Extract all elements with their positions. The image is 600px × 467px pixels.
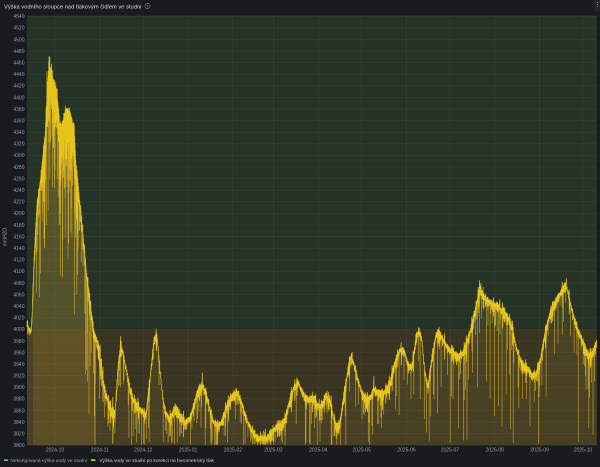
svg-text:4000: 4000 [13,327,24,333]
svg-text:2025-04: 2025-04 [309,448,328,454]
svg-text:2025-07: 2025-07 [441,448,460,454]
svg-text:4160: 4160 [13,234,24,240]
svg-text:4480: 4480 [13,49,24,55]
svg-text:Výška vody ve studni po korekc: Výška vody ve studni po korekci na barom… [99,458,214,464]
svg-text:3840: 3840 [13,420,24,426]
svg-text:3940: 3940 [13,362,24,368]
svg-text:2025-08: 2025-08 [486,448,505,454]
svg-text:4220: 4220 [13,200,24,206]
svg-text:3960: 3960 [13,350,24,356]
svg-text:2025-10: 2025-10 [574,448,593,454]
svg-text:4320: 4320 [13,142,24,148]
svg-text:4340: 4340 [13,130,24,136]
svg-text:4180: 4180 [13,223,24,229]
svg-text:2024-12: 2024-12 [134,448,153,454]
svg-text:mmH2O: mmH2O [3,228,9,247]
svg-text:4540: 4540 [13,14,24,20]
svg-text:4420: 4420 [13,84,24,90]
svg-text:2025-01: 2025-01 [179,448,198,454]
svg-text:4360: 4360 [13,118,24,124]
svg-text:4300: 4300 [13,153,24,159]
svg-text:4080: 4080 [13,281,24,287]
svg-text:4520: 4520 [13,26,24,32]
svg-text:2025-02: 2025-02 [224,448,243,454]
svg-text:4040: 4040 [13,304,24,310]
svg-text:Výška vodního sloupce nad tlak: Výška vodního sloupce nad tlakovým čidle… [4,4,141,10]
svg-text:4400: 4400 [13,95,24,101]
svg-text:4020: 4020 [13,316,24,322]
svg-text:4060: 4060 [13,292,24,298]
svg-text:4260: 4260 [13,176,24,182]
svg-text:3980: 3980 [13,339,24,345]
svg-text:3860: 3860 [13,408,24,414]
svg-text:4240: 4240 [13,188,24,194]
svg-text:2024-10: 2024-10 [46,448,65,454]
svg-text:4440: 4440 [13,72,24,78]
svg-text:3900: 3900 [13,385,24,391]
svg-text:4120: 4120 [13,258,24,264]
svg-text:4280: 4280 [13,165,24,171]
svg-text:2025-03: 2025-03 [264,448,283,454]
svg-text:3800: 3800 [13,443,24,449]
svg-text:4380: 4380 [13,107,24,113]
svg-text:2024-11: 2024-11 [91,448,109,454]
svg-text:3820: 3820 [13,432,24,438]
svg-text:4140: 4140 [13,246,24,252]
svg-text:4460: 4460 [13,60,24,66]
svg-text:2025-09: 2025-09 [530,448,549,454]
svg-text:4100: 4100 [13,269,24,275]
svg-text:3920: 3920 [13,374,24,380]
svg-text:4500: 4500 [13,37,24,43]
svg-text:2025-05: 2025-05 [353,448,372,454]
svg-text:3880: 3880 [13,397,24,403]
svg-text:2025-06: 2025-06 [397,448,416,454]
svg-text:Nekorigovaná výška vody ve stu: Nekorigovaná výška vody ve studni [10,458,87,464]
svg-text:4200: 4200 [13,211,24,217]
